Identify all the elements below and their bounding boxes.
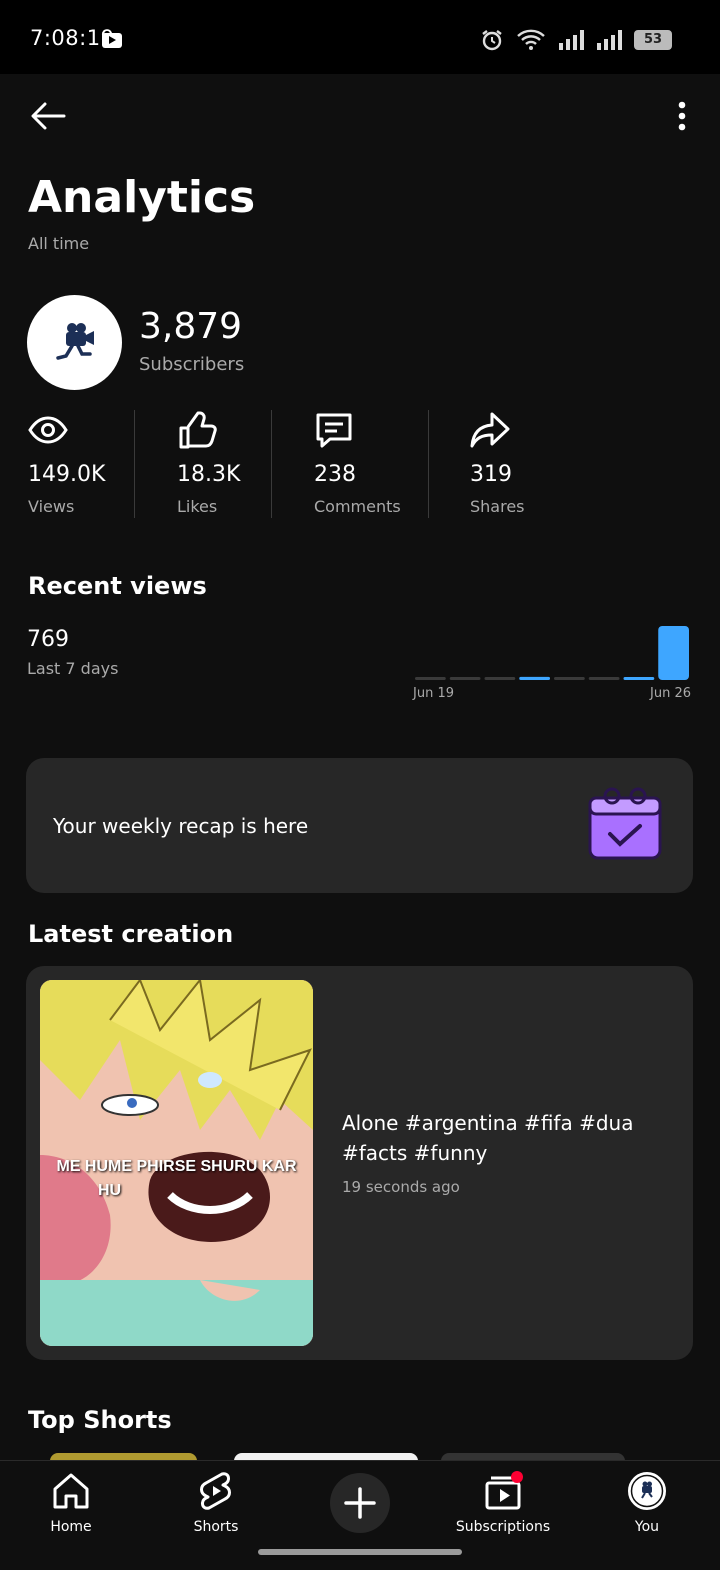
views-value: 149.0K [28,462,106,487]
latest-video-time: 19 seconds ago [342,1178,460,1196]
nav-shorts-label: Shorts [193,1519,239,1535]
gesture-bar[interactable] [258,1549,462,1555]
chart-bar-jun-26 [658,626,689,680]
nav-shorts[interactable]: Shorts [156,1471,276,1545]
subscribers-label: Subscribers [139,354,245,375]
nav-you[interactable]: You [587,1471,707,1545]
youtube-notification-icon [102,33,122,48]
status-bar: 7:08:19 53 [0,0,720,74]
nav-subscriptions-label: Subscriptions [455,1519,551,1535]
create-button[interactable] [330,1473,390,1533]
subscriptions-icon [485,1471,523,1510]
thumbnail-caption-2: HU [98,1182,121,1200]
nav-home-label: Home [50,1519,92,1535]
share-icon [470,412,510,448]
recap-text: Your weekly recap is here [53,814,309,838]
profile-avatar-icon [628,1472,666,1510]
wifi-icon [517,29,545,50]
page-title: Analytics [28,172,256,223]
thumbnail-caption-line-2: HU [98,1182,122,1199]
comments-value: 238 [314,462,356,487]
signal-icon [559,30,584,50]
chart-bar-jun-25 [623,677,655,680]
divider [271,410,272,518]
thumbnail-caption: ME HUME PHIRSE SHURU KAR [40,1158,313,1176]
top-shorts-title: Top Shorts [28,1406,172,1434]
arrow-left-icon [31,102,66,130]
stats-row: 149.0K Views 18.3K Likes 238 Comments 31… [0,408,720,520]
nav-subscriptions[interactable]: Subscriptions [443,1471,563,1545]
recent-views-title: Recent views [28,572,207,600]
recent-views-chart[interactable]: Jun 19 Jun 26 [410,620,694,702]
more-vertical-icon [678,101,686,131]
battery-indicator: 53 [634,30,672,50]
chart-bar-jun-20 [449,677,481,680]
signal-2-icon [597,30,622,50]
status-icons: 53 [480,26,672,54]
channel-avatar[interactable] [27,295,122,390]
shorts-icon [200,1472,231,1510]
latest-creation-card[interactable]: ME HUME PHIRSE SHURU KAR HU Alone #argen… [26,966,693,1360]
video-thumbnail[interactable]: ME HUME PHIRSE SHURU KAR HU [40,980,313,1346]
chart-bar-jun-19 [415,677,446,680]
eye-icon [28,416,68,444]
latest-creation-title: Latest creation [28,920,234,948]
likes-value: 18.3K [177,462,241,487]
thumbs-up-icon [179,411,217,449]
chart-bar-jun-24 [588,677,620,680]
weekly-recap-card[interactable]: Your weekly recap is here [26,758,693,893]
chart-bar-jun-22 [519,676,550,680]
likes-label: Likes [177,497,218,516]
alarm-icon [482,30,502,51]
thumbnail-caption-line-1: ME HUME PHIRSE SHURU KAR [56,1158,297,1175]
divider [428,410,429,518]
calendar-check-icon [588,787,662,860]
divider [134,410,135,518]
latest-video-title[interactable]: Alone #argentina #fifa #dua #facts #funn… [342,1108,662,1168]
chart-bar-jun-23 [554,677,585,680]
time-range-label[interactable]: All time [28,234,89,253]
chart-tick-label: Jun 26 [649,686,691,701]
recent-views-value: 769 [27,627,69,652]
more-options-button[interactable] [662,94,702,138]
nav-home[interactable]: Home [11,1471,131,1545]
shares-value: 319 [470,462,512,487]
recent-views-period: Last 7 days [27,659,119,678]
comments-label: Comments [314,497,401,516]
app-bar [0,74,720,158]
camera-character-icon [55,322,94,360]
back-button[interactable] [20,94,76,138]
shares-label: Shares [470,497,525,516]
views-label: Views [28,497,75,516]
nav-you-label: You [634,1519,660,1535]
bottom-navigation: Home Shorts Subscriptions You [0,1460,720,1570]
plus-icon [344,1487,376,1519]
chart-bar-jun-21 [484,677,516,680]
comment-icon [316,413,352,448]
subscriber-count: 3,879 [139,306,243,347]
chart-tick-label: Jun 19 [412,686,454,701]
home-icon [53,1473,89,1509]
